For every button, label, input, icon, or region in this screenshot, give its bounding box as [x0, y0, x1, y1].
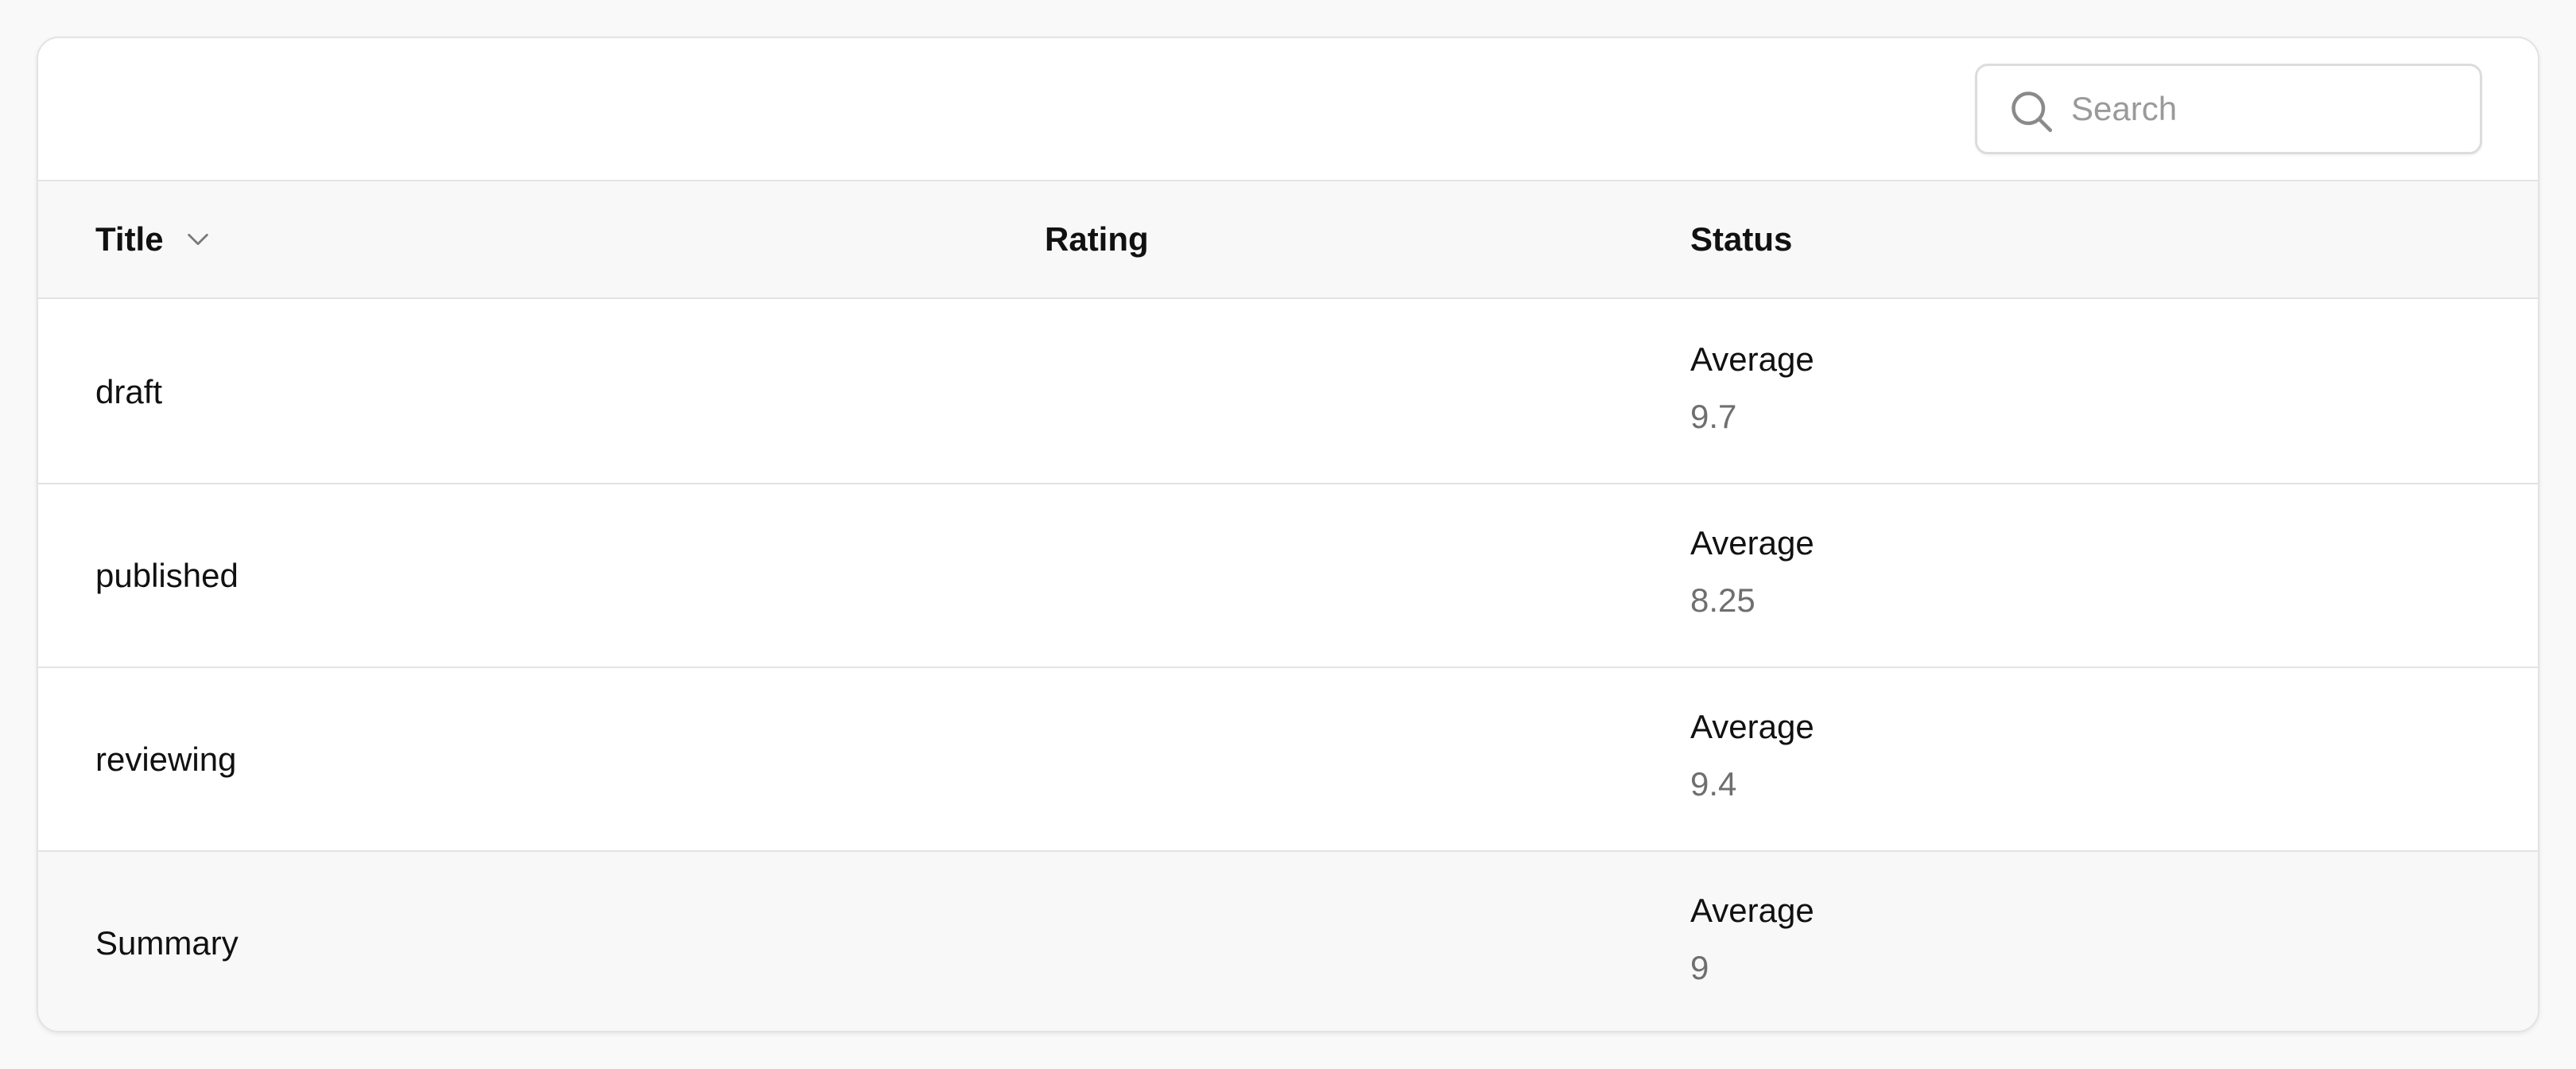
summary-status-label: Average: [1690, 892, 1814, 929]
column-header-title-label: Title: [95, 220, 164, 258]
table-header-row: Title Rating Status: [38, 181, 2538, 299]
summary-row: Summary Average 9: [38, 852, 2538, 1031]
table-row[interactable]: published Average 8.25: [38, 484, 2538, 668]
row-title: draft: [95, 372, 163, 410]
status-label: Average: [1690, 340, 1814, 378]
row-title: published: [95, 556, 239, 594]
column-header-rating[interactable]: Rating: [1045, 181, 1149, 297]
chevron-down-icon[interactable]: [184, 226, 211, 253]
status-value: 9.7: [1690, 398, 1737, 435]
column-header-status-label: Status: [1690, 220, 1793, 258]
status-label: Average: [1690, 524, 1814, 562]
column-header-title[interactable]: Title: [95, 181, 211, 297]
status-value: 8.25: [1690, 581, 1755, 619]
status-value: 9.4: [1690, 765, 1737, 803]
table-row[interactable]: reviewing Average 9.4: [38, 668, 2538, 852]
search-icon: [2012, 91, 2052, 132]
column-header-rating-label: Rating: [1045, 220, 1149, 258]
row-status: Average 9.7: [1690, 337, 1814, 439]
row-status: Average 9.4: [1690, 705, 1814, 807]
data-table-card: Title Rating Status draft Average 9.7 pu…: [37, 37, 2539, 1032]
table-toolbar: [38, 38, 2538, 181]
summary-status: Average 9: [1690, 888, 1814, 990]
search-box[interactable]: [1975, 64, 2482, 154]
table-row[interactable]: draft Average 9.7: [38, 301, 2538, 484]
summary-title: Summary: [95, 923, 239, 962]
summary-status-value: 9: [1690, 949, 1709, 986]
row-title: reviewing: [95, 740, 237, 778]
row-status: Average 8.25: [1690, 521, 1814, 623]
status-label: Average: [1690, 708, 1814, 745]
search-input[interactable]: [2070, 66, 2467, 152]
column-header-status[interactable]: Status: [1690, 181, 1792, 297]
